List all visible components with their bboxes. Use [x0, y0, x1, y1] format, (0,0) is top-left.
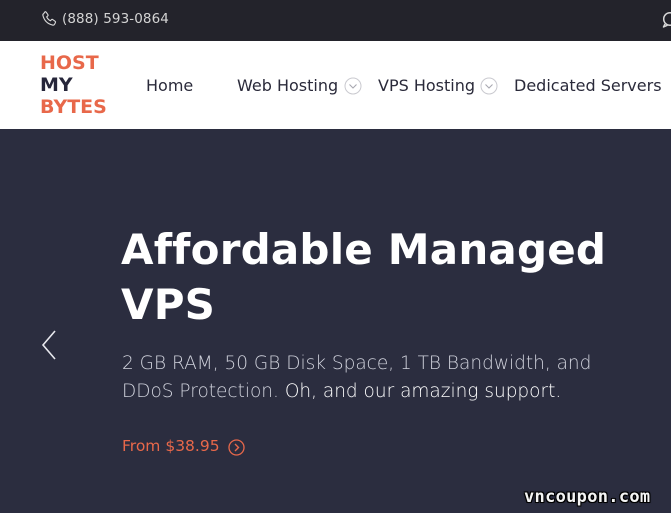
site-logo[interactable]: HOST MY BYTES [40, 52, 107, 118]
phone-icon [42, 11, 57, 26]
hero-slider: Affordable Managed VPS 2 GB RAM, 50 GB D… [0, 129, 671, 513]
chevron-down-icon[interactable] [480, 77, 498, 95]
nav-item-dedicated-servers[interactable]: Dedicated Servers [514, 76, 662, 95]
nav-item-web-hosting[interactable]: Web Hosting [237, 76, 338, 95]
chevron-left-icon[interactable] [41, 329, 57, 361]
hero-subtitle: 2 GB RAM, 50 GB Disk Space, 1 TB Bandwid… [122, 350, 642, 406]
logo-line-host: HOST [40, 52, 99, 74]
price-link[interactable]: From $38.95 [122, 437, 220, 455]
chat-icon[interactable] [662, 11, 671, 28]
chevron-down-icon[interactable] [344, 77, 362, 95]
nav-item-home[interactable]: Home [146, 76, 193, 95]
arrow-right-circle-icon[interactable] [228, 439, 245, 456]
main-nav: HOST MY BYTES Home Web Hosting VPS Hosti… [0, 41, 671, 129]
watermark: vncoupon.com [524, 487, 651, 507]
phone-number[interactable]: (888) 593-0864 [62, 11, 169, 27]
hero-title: Affordable Managed VPS [121, 225, 607, 329]
hero-subtitle-support: Oh, and our amazing support. [284, 381, 562, 402]
logo-line-my: MY [40, 74, 73, 96]
top-bar: (888) 593-0864 [0, 0, 671, 41]
logo-line-bytes: BYTES [40, 96, 107, 118]
nav-item-vps-hosting[interactable]: VPS Hosting [378, 76, 475, 95]
